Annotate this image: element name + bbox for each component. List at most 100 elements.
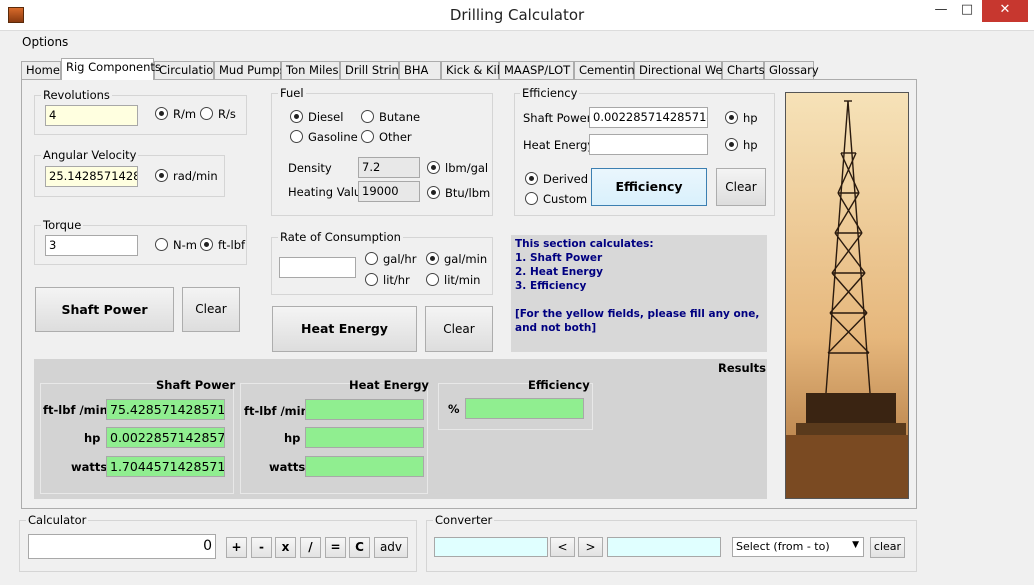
shaft-clear-button[interactable]: Clear [182, 287, 240, 332]
heating-value-label: Heating Value [288, 185, 369, 199]
tab-mud-pumps[interactable]: Mud Pumps [214, 61, 286, 79]
tab-bha[interactable]: BHA [399, 61, 441, 79]
efficiency-button[interactable]: Efficiency [591, 168, 707, 206]
calc-clear-button[interactable]: C [349, 537, 370, 558]
results-shaft-hp-label: hp [84, 431, 101, 445]
consumption-input[interactable] [279, 257, 356, 278]
calc-plus-button[interactable]: + [226, 537, 247, 558]
converter-from-input[interactable] [434, 537, 548, 557]
revolutions-input[interactable]: 4 [45, 105, 138, 126]
eff-heat-input[interactable] [589, 134, 708, 155]
heating-unit-radio[interactable] [427, 186, 440, 199]
results-shaft-hp[interactable]: 0.00228571428571429 [106, 427, 225, 448]
tab-drill-string[interactable]: Drill String [340, 61, 406, 79]
eff-heat-unit-radio[interactable] [725, 138, 738, 151]
eff-shaft-input[interactable]: 0.00228571428571429 [589, 107, 708, 128]
angular-velocity-input[interactable]: 25.142857142857 [45, 166, 138, 187]
tab-home[interactable]: Home [21, 61, 61, 79]
consumption-litmin-radio[interactable] [426, 273, 439, 286]
results-shaft-ftlbf[interactable]: 75.4285714285714 [106, 399, 225, 420]
drilling-rig-image [785, 92, 909, 499]
info-line-1: This section calculates: [515, 238, 654, 250]
tab-charts[interactable]: Charts [722, 61, 765, 79]
shaft-power-button[interactable]: Shaft Power [35, 287, 174, 332]
converter-to-input[interactable] [607, 537, 721, 557]
revolutions-rps-label: R/s [218, 107, 236, 121]
info-line-5: [For the yellow fields, please fill any … [515, 308, 760, 334]
efficiency-clear-button[interactable]: Clear [716, 168, 766, 206]
consumption-galhr-label: gal/hr [383, 252, 417, 266]
results-heat-ftlbf[interactable] [305, 399, 424, 420]
density-unit-radio[interactable] [427, 161, 440, 174]
density-input[interactable]: 7.2 [358, 157, 420, 178]
fuel-gasoline-radio[interactable] [290, 130, 303, 143]
results-heat-hp[interactable] [305, 427, 424, 448]
converter-unit-select[interactable]: Select (from - to) ▼ [732, 537, 864, 557]
calc-multiply-button[interactable]: x [275, 537, 296, 558]
info-line-4: 3. Efficiency [515, 280, 587, 292]
revolutions-legend: Revolutions [41, 88, 112, 102]
eff-shaft-unit-radio[interactable] [725, 111, 738, 124]
density-label: Density [288, 161, 332, 175]
eff-custom-radio[interactable] [525, 192, 538, 205]
revolutions-rpm-radio[interactable] [155, 107, 168, 120]
results-eff-value[interactable] [465, 398, 584, 419]
efficiency-legend: Efficiency [520, 86, 580, 100]
consumption-lithr-radio[interactable] [365, 273, 378, 286]
eff-custom-label: Custom [543, 192, 588, 206]
eff-heat-unit-label: hp [743, 138, 758, 152]
maximize-button[interactable]: □ [956, 0, 978, 22]
torque-input[interactable]: 3 [45, 235, 138, 256]
calculator-legend: Calculator [26, 513, 89, 527]
heat-clear-button[interactable]: Clear [425, 306, 493, 352]
eff-heat-label: Heat Energy [523, 138, 595, 152]
tab-circulation[interactable]: Circulation [154, 61, 221, 79]
heating-unit-label: Btu/lbm [445, 186, 491, 200]
tab-maasp-lot[interactable]: MAASP/LOT [499, 61, 574, 79]
tab-glossary[interactable]: Glossary [764, 61, 819, 79]
fuel-butane-radio[interactable] [361, 110, 374, 123]
calculator-display[interactable]: 0 [28, 534, 216, 559]
revolutions-rps-radio[interactable] [200, 107, 213, 120]
revolutions-rpm-label: R/m [173, 107, 197, 121]
fuel-butane-label: Butane [379, 110, 421, 124]
torque-ftlbf-radio[interactable] [200, 238, 213, 251]
results-heat-ftlbf-label: ft-lbf /min [244, 404, 309, 418]
angular-velocity-legend: Angular Velocity [41, 148, 139, 162]
menu-options[interactable]: Options [22, 35, 68, 49]
menu-bar [0, 31, 1034, 55]
tab-kick-kill[interactable]: Kick & Kill [441, 61, 503, 79]
calc-adv-button[interactable]: adv [374, 537, 408, 558]
tab-ton-miles[interactable]: Ton Miles [281, 61, 340, 79]
results-heat-watts[interactable] [305, 456, 424, 477]
eff-derived-label: Derived [543, 172, 589, 186]
results-heat-title: Heat Energy [349, 378, 429, 392]
heating-value-input[interactable]: 19000 [358, 181, 420, 202]
torque-nm-radio[interactable] [155, 238, 168, 251]
tab-rig-components[interactable]: Rig Components [61, 58, 161, 80]
fuel-legend: Fuel [278, 86, 306, 100]
consumption-galhr-radio[interactable] [365, 252, 378, 265]
minimize-button[interactable]: — [930, 0, 952, 22]
angular-unit-radio[interactable] [155, 169, 168, 182]
fuel-diesel-radio[interactable] [290, 110, 303, 123]
torque-ftlbf-label: ft-lbf [218, 238, 246, 252]
converter-right-button[interactable]: > [578, 537, 603, 557]
consumption-galmin-label: gal/min [444, 252, 488, 266]
tab-cementing[interactable]: Cementing [574, 61, 642, 79]
calc-equals-button[interactable]: = [325, 537, 346, 558]
converter-left-button[interactable]: < [550, 537, 575, 557]
close-button[interactable]: ✕ [982, 0, 1028, 22]
fuel-other-radio[interactable] [361, 130, 374, 143]
eff-shaft-unit-label: hp [743, 111, 758, 125]
converter-clear-button[interactable]: clear [870, 537, 905, 558]
consumption-galmin-radio[interactable] [426, 252, 439, 265]
chevron-down-icon: ▼ [852, 540, 859, 550]
consumption-litmin-label: lit/min [444, 273, 481, 287]
eff-derived-radio[interactable] [525, 172, 538, 185]
calc-divide-button[interactable]: / [300, 537, 321, 558]
heat-energy-button[interactable]: Heat Energy [272, 306, 417, 352]
calc-minus-button[interactable]: - [251, 537, 272, 558]
results-shaft-watts[interactable]: 1.70445714285714 [106, 456, 225, 477]
tab-directional-well[interactable]: Directional Well [634, 61, 729, 79]
